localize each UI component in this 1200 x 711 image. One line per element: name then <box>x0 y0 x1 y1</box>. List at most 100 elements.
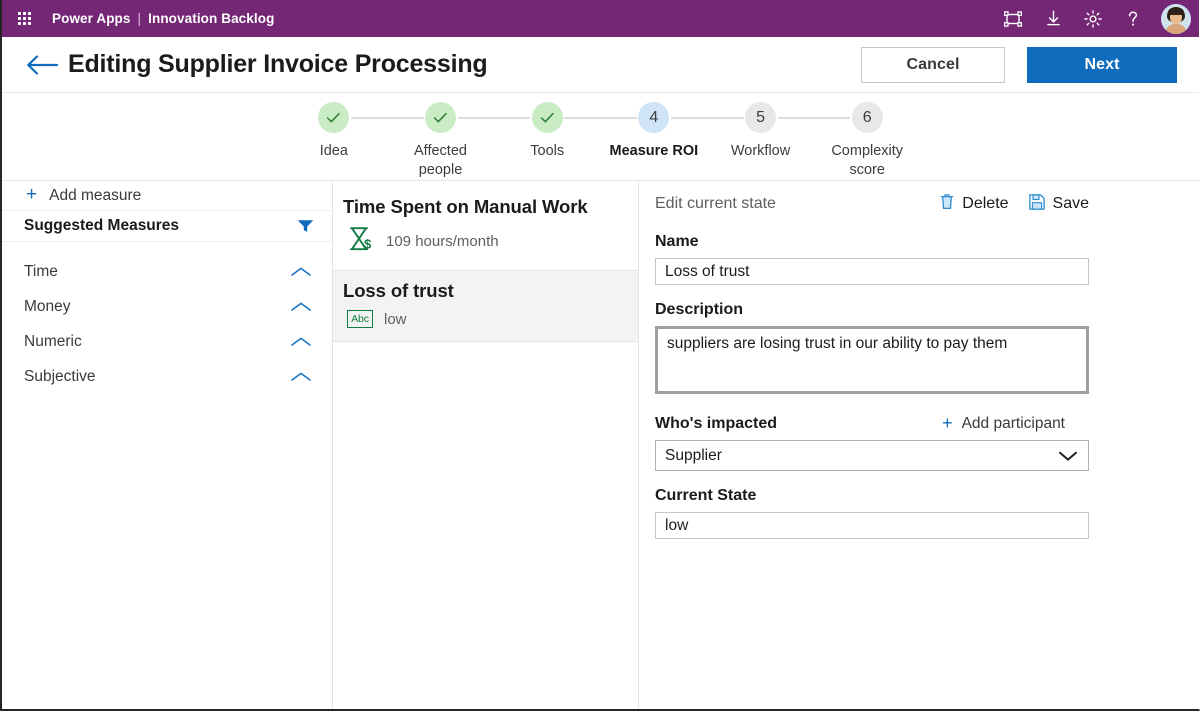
command-bar: Editing Supplier Invoice Processing Canc… <box>2 37 1199 93</box>
step-circle-2[interactable] <box>425 102 456 133</box>
avatar-body <box>1165 23 1187 34</box>
chevron-up-icon[interactable] <box>290 336 312 348</box>
save-label: Save <box>1052 195 1089 212</box>
category-label: Numeric <box>24 332 82 350</box>
app-window: Power Apps | Innovation Backlog Editing … <box>0 0 1200 711</box>
main-content: + Add measure Suggested Measures Time Mo… <box>2 181 1199 709</box>
chevron-up-icon[interactable] <box>290 371 312 383</box>
step-measure-roi[interactable]: 4 Measure ROI <box>600 102 708 161</box>
step-affected-people[interactable]: Affected people <box>387 102 494 180</box>
whos-impacted-label: Who's impacted <box>655 415 778 432</box>
plus-icon: + <box>26 184 38 205</box>
measure-list-panel: Time Spent on Manual Work $ 109 hours/mo… <box>333 181 639 709</box>
app-name: Innovation Backlog <box>148 11 275 26</box>
step-complexity-score[interactable]: 6 Complexity score <box>813 102 921 180</box>
step-label-3[interactable]: Tools <box>530 142 564 161</box>
save-button[interactable]: Save <box>1028 193 1089 215</box>
measure-card-time-spent[interactable]: Time Spent on Manual Work $ 109 hours/mo… <box>333 187 638 272</box>
category-subjective[interactable]: Subjective <box>2 359 332 394</box>
category-money[interactable]: Money <box>2 289 332 324</box>
impacted-select[interactable]: Supplier <box>655 440 1089 471</box>
measure-detail-panel: Edit current state Delete Save Name Loss… <box>639 181 1199 709</box>
branding-separator: | <box>137 11 142 26</box>
suggested-measures-header: Suggested Measures <box>2 211 332 242</box>
command-bar-actions: Cancel Next <box>861 46 1177 83</box>
measure-card-title: Loss of trust <box>343 280 454 302</box>
name-input[interactable] <box>655 258 1089 285</box>
current-state-input[interactable] <box>655 512 1089 539</box>
measure-card-meta: Abc low <box>343 310 624 329</box>
step-label-2[interactable]: Affected people <box>391 142 491 180</box>
app-launcher-icon[interactable] <box>10 5 38 33</box>
step-circle-5[interactable]: 5 <box>745 102 777 133</box>
floppy-save-icon <box>1028 193 1045 215</box>
add-participant-button[interactable]: + Add participant <box>942 413 1089 433</box>
product-name: Power Apps <box>52 11 131 26</box>
step-label-5[interactable]: Workflow <box>731 142 790 161</box>
add-participant-label: Add participant <box>961 415 1065 432</box>
step-connector <box>813 117 851 119</box>
detail-panel-header: Edit current state Delete Save <box>655 193 1089 215</box>
step-connector <box>564 117 601 119</box>
measure-card-loss-of-trust[interactable]: Loss of trust Abc low <box>333 271 638 343</box>
impacted-select-wrap: Supplier <box>655 440 1089 471</box>
step-circle-3[interactable] <box>531 102 563 133</box>
measure-card-title: Time Spent on Manual Work <box>343 196 588 217</box>
step-connector <box>350 117 388 119</box>
step-tools[interactable]: Tools <box>493 102 601 161</box>
measure-category-list: Time Money Numeric Subjective <box>2 242 332 394</box>
suite-bar-actions <box>995 2 1193 35</box>
detail-panel-actions: Delete Save <box>940 193 1089 215</box>
screen-frame-icon[interactable] <box>995 2 1031 35</box>
step-label-6[interactable]: Complexity score <box>817 142 917 180</box>
category-label: Money <box>24 297 71 315</box>
stepper-track: Idea Affected people Tools 4 Measure ROI… <box>281 102 921 180</box>
description-textarea[interactable]: suppliers are losing trust in our abilit… <box>655 326 1089 394</box>
step-workflow[interactable]: 5 Workflow <box>707 102 814 161</box>
next-button[interactable]: Next <box>1027 46 1177 83</box>
chevron-up-icon[interactable] <box>290 301 312 313</box>
name-field-block: Name <box>655 233 1089 285</box>
step-label-4[interactable]: Measure ROI <box>610 142 699 161</box>
step-connector <box>777 117 814 119</box>
current-state-label: Current State <box>655 487 757 504</box>
download-icon[interactable] <box>1035 2 1071 35</box>
filter-icon[interactable] <box>297 219 314 233</box>
step-circle-1[interactable] <box>318 102 350 133</box>
step-connector <box>457 117 494 119</box>
chevron-up-icon[interactable] <box>290 266 312 278</box>
add-measure-label: Add measure <box>49 186 142 204</box>
step-label-1[interactable]: Idea <box>320 142 348 161</box>
suite-branding[interactable]: Power Apps | Innovation Backlog <box>52 11 274 26</box>
description-label: Description <box>655 301 744 318</box>
waffle-grid <box>17 12 31 25</box>
step-circle-4[interactable]: 4 <box>638 102 670 133</box>
current-state-field-block: Current State <box>655 487 1089 539</box>
cancel-button[interactable]: Cancel <box>861 46 1005 83</box>
add-measure-button[interactable]: + Add measure <box>2 181 332 211</box>
name-label: Name <box>655 233 699 250</box>
avatar[interactable] <box>1161 3 1191 34</box>
category-numeric[interactable]: Numeric <box>2 324 332 359</box>
avatar-fringe <box>1168 7 1184 15</box>
page-title: Editing Supplier Invoice Processing <box>68 50 488 78</box>
abc-icon: Abc <box>347 310 373 329</box>
step-idea[interactable]: Idea <box>281 102 388 161</box>
step-circle-6[interactable]: 6 <box>851 102 883 133</box>
suite-bar: Power Apps | Innovation Backlog <box>2 0 1199 37</box>
trash-icon <box>940 193 954 215</box>
suggested-measures-panel: + Add measure Suggested Measures Time Mo… <box>2 181 333 709</box>
description-field-block: Description suppliers are losing trust i… <box>655 301 1089 399</box>
back-arrow-icon[interactable] <box>24 47 60 83</box>
step-connector <box>707 117 744 119</box>
measure-card-value: low <box>384 310 407 328</box>
measure-card-value: 109 hours/month <box>386 233 499 251</box>
edit-current-state-label: Edit current state <box>655 195 776 212</box>
plus-icon: + <box>942 413 953 433</box>
impacted-label-row: Who's impacted + Add participant <box>655 413 1089 433</box>
step-connector <box>670 117 708 119</box>
gear-icon[interactable] <box>1075 2 1111 35</box>
delete-button[interactable]: Delete <box>940 193 1009 215</box>
category-time[interactable]: Time <box>2 254 332 289</box>
help-icon[interactable] <box>1115 2 1151 35</box>
